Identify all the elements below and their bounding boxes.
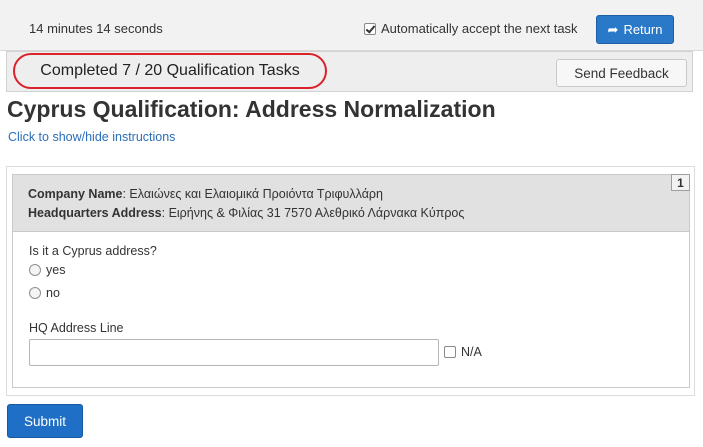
completed-highlight: Completed 7 / 20 Qualification Tasks xyxy=(13,53,327,89)
top-bar: 14 minutes 14 seconds Automatically acce… xyxy=(0,0,703,51)
company-name-label: Company Name xyxy=(28,187,123,201)
completed-count: Completed 7 / 20 Qualification Tasks xyxy=(40,62,300,79)
toggle-instructions-link[interactable]: Click to show/hide instructions xyxy=(8,130,175,144)
return-arrow-icon: ➦ xyxy=(607,21,619,37)
radio-no-circle[interactable] xyxy=(29,287,41,299)
auto-accept-checkbox[interactable] xyxy=(364,22,376,35)
cyprus-question: Is it a Cyprus address? xyxy=(29,244,157,258)
send-feedback-button[interactable]: Send Feedback xyxy=(556,59,687,87)
hq-address-label: Headquarters Address xyxy=(28,206,162,220)
na-checkbox[interactable] xyxy=(444,346,456,358)
task-container: 1 Company Name: Ελαιώνες και Ελαιομικά Π… xyxy=(6,166,695,396)
hq-address-line-label: HQ Address Line xyxy=(29,321,124,335)
auto-accept-toggle[interactable]: Automatically accept the next task xyxy=(364,21,578,36)
return-label: Return xyxy=(623,22,663,37)
return-button[interactable]: ➦ Return xyxy=(596,15,674,44)
task-panel: 1 Company Name: Ελαιώνες και Ελαιομικά Π… xyxy=(12,174,690,388)
company-name-value: : Ελαιώνες και Ελαιομικά Προιόντα Τριφυλ… xyxy=(122,187,383,201)
status-bar: Completed 7 / 20 Qualification Tasks Sen… xyxy=(6,51,693,92)
radio-yes-circle[interactable] xyxy=(29,264,41,276)
na-label: N/A xyxy=(461,345,482,359)
radio-yes[interactable]: yes xyxy=(29,263,65,277)
auto-accept-label: Automatically accept the next task xyxy=(381,21,578,36)
radio-no-label: no xyxy=(46,286,60,300)
item-number-badge: 1 xyxy=(671,174,690,191)
page-title: Cyprus Qualification: Address Normalizat… xyxy=(7,96,496,122)
radio-no[interactable]: no xyxy=(29,286,60,300)
hq-address-line-input[interactable] xyxy=(29,339,439,366)
submit-button[interactable]: Submit xyxy=(7,404,83,438)
company-name-line: Company Name: Ελαιώνες και Ελαιομικά Προ… xyxy=(28,187,383,201)
radio-yes-label: yes xyxy=(46,263,66,277)
hq-address-value: : Ειρήνης & Φιλίας 31 7570 Αλεθρικό Λάρν… xyxy=(161,206,465,220)
hq-address-line: Headquarters Address: Ειρήνης & Φιλίας 3… xyxy=(28,206,464,220)
task-panel-header: 1 Company Name: Ελαιώνες και Ελαιομικά Π… xyxy=(13,174,690,232)
timer-text: 14 minutes 14 seconds xyxy=(29,21,163,36)
na-toggle[interactable]: N/A xyxy=(444,345,482,359)
